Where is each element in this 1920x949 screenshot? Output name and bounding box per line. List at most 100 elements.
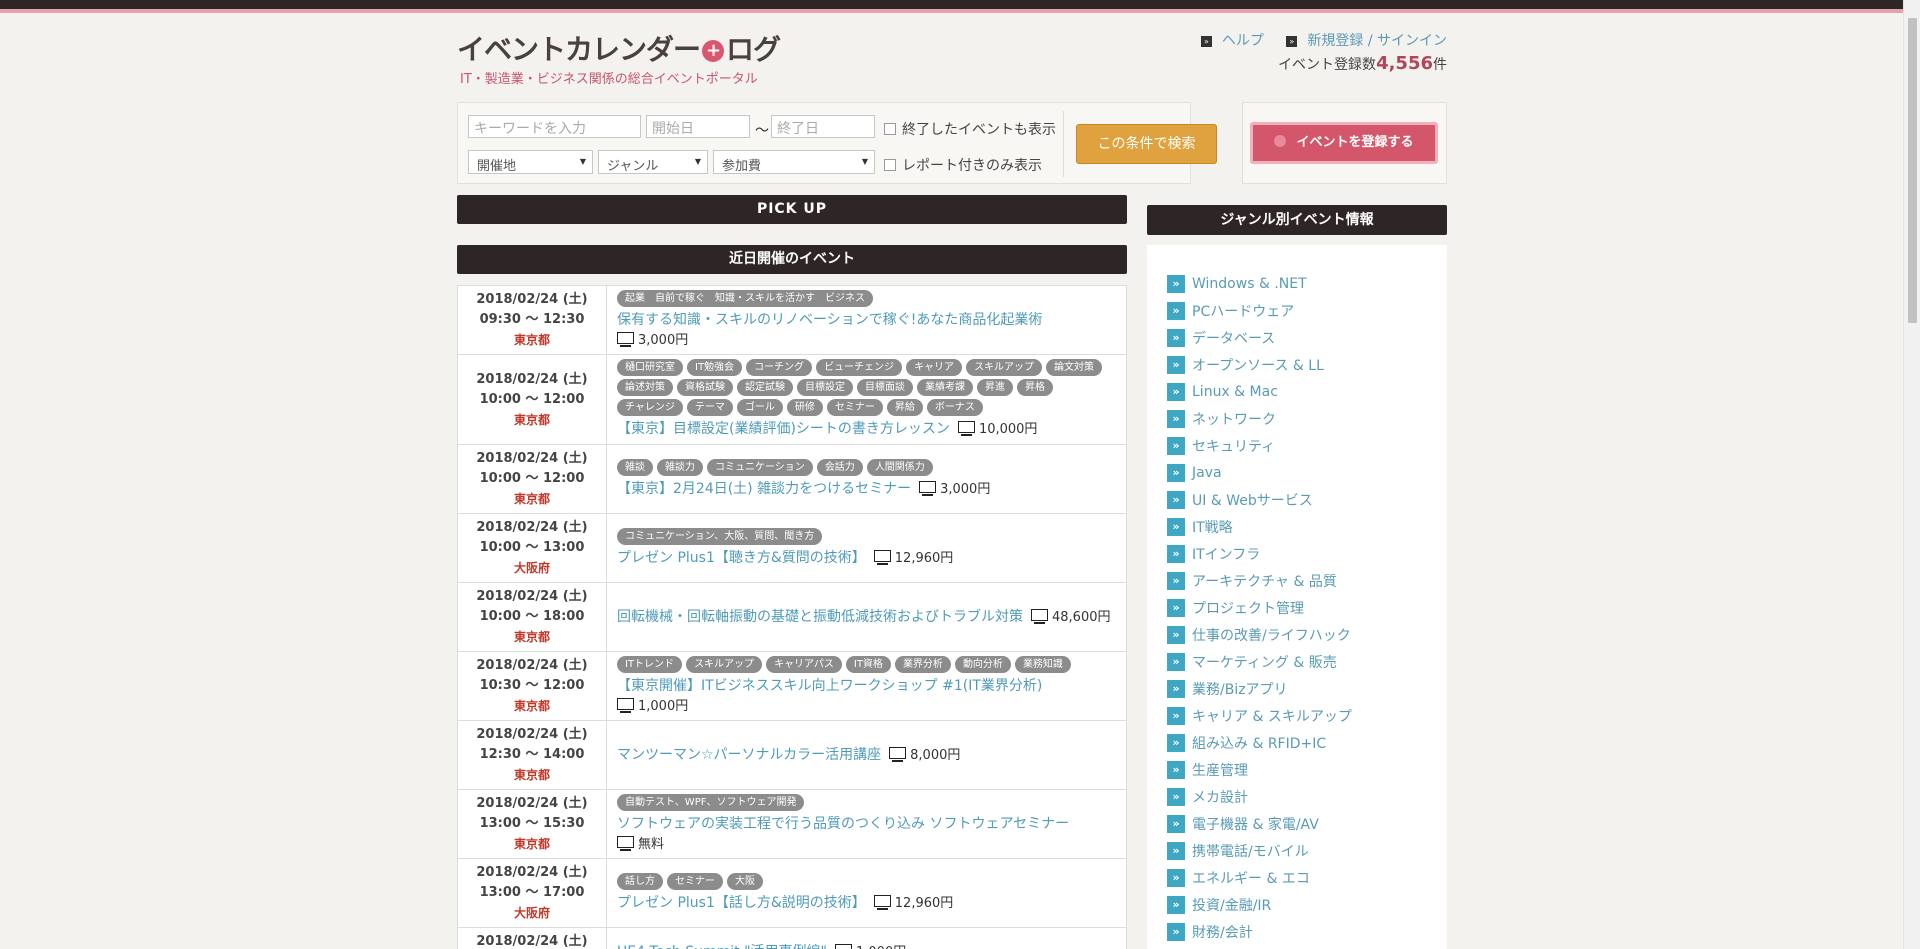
event-tag[interactable]: チャレンジ: [617, 399, 683, 416]
register-event-button[interactable]: イベントを登録する: [1250, 122, 1438, 164]
event-tag[interactable]: 昇給: [886, 399, 923, 416]
genre-link[interactable]: » Java: [1147, 459, 1447, 486]
genre-select[interactable]: ジャンル: [598, 150, 708, 174]
site-logo[interactable]: イベントカレンダー + ログ: [457, 28, 781, 68]
event-tag[interactable]: ボーナス: [926, 399, 983, 416]
event-tag[interactable]: スキルアップ: [686, 656, 763, 673]
event-price: 12,960円: [894, 550, 954, 566]
genre-link[interactable]: » 携帯電話/モバイル: [1147, 837, 1447, 864]
genre-link[interactable]: » オープンソース & LL: [1147, 351, 1447, 378]
genre-link[interactable]: » アーキテクチャ & 品質: [1147, 567, 1447, 594]
event-title[interactable]: 保有する知識・スキルのリノベーションで稼ぐ!あなた商品化起業術: [617, 312, 1042, 328]
event-tag[interactable]: IT資格: [845, 656, 891, 673]
event-tag[interactable]: 業界分析: [894, 656, 951, 673]
event-tag[interactable]: 認定試験: [737, 379, 793, 396]
event-tag[interactable]: スキルアップ: [966, 359, 1043, 376]
genre-link[interactable]: » プロジェクト管理: [1147, 594, 1447, 621]
event-tag[interactable]: セミナー: [826, 399, 883, 416]
event-price: 8,000円: [910, 748, 961, 763]
start-date-input[interactable]: 開始日: [646, 115, 750, 138]
checkbox-icon[interactable]: [884, 123, 896, 135]
register-link[interactable]: 新規登録: [1307, 33, 1363, 49]
location-select[interactable]: 開催地: [468, 150, 593, 174]
event-tag[interactable]: 論文対策: [1046, 359, 1103, 376]
genre-link[interactable]: » IT戦略: [1147, 513, 1447, 540]
event-tag[interactable]: 目標設定: [797, 379, 853, 396]
event-tag[interactable]: 樋口研究室: [617, 359, 683, 376]
yen-icon: [873, 894, 891, 910]
event-tag[interactable]: 研修: [786, 399, 823, 416]
event-date: 2018/02/24 (土) 13:00 ～ 17:00 大阪府: [458, 859, 607, 927]
event-tag[interactable]: キャリアパス: [766, 656, 842, 673]
report-only-checkbox[interactable]: レポート付きのみ表示: [884, 155, 1042, 175]
genre-link[interactable]: » 財務/会計: [1147, 918, 1447, 945]
event-tag[interactable]: 昇格: [1017, 379, 1053, 396]
scrollbar-thumb[interactable]: [1908, 18, 1917, 323]
event-tag[interactable]: 雑談力: [657, 458, 703, 476]
event-title[interactable]: プレゼン Plus1【聴き方&質問の技術】: [617, 550, 866, 566]
keyword-input[interactable]: キーワードを入力: [468, 115, 641, 138]
event-tag[interactable]: IT勉強会: [687, 359, 743, 376]
event-title[interactable]: マンツーマン☆パーソナルカラー活用講座: [617, 747, 881, 763]
event-tag[interactable]: 業績考課: [917, 379, 973, 396]
event-tag[interactable]: ビューチェンジ: [816, 359, 903, 376]
end-date-input[interactable]: 終了日: [771, 115, 875, 138]
genre-link[interactable]: » ネットワーク: [1147, 405, 1447, 432]
genre-link[interactable]: » 組み込み & RFID+IC: [1147, 729, 1447, 756]
event-tag[interactable]: ITトレンド: [617, 656, 683, 673]
event-tag[interactable]: セミナー: [667, 872, 723, 890]
genre-link[interactable]: » ITインフラ: [1147, 540, 1447, 567]
scrollbar[interactable]: [1903, 0, 1920, 949]
event-tag[interactable]: テーマ: [686, 399, 733, 416]
genre-link[interactable]: » セキュリティ: [1147, 432, 1447, 459]
event-tag[interactable]: 自動テスト、WPF、ソフトウェア開発: [617, 794, 805, 811]
checkbox-icon[interactable]: [884, 159, 896, 171]
event-title[interactable]: 回転機械・回転軸振動の基礎と振動低減技術およびトラブル対策: [617, 609, 1023, 625]
event-tag[interactable]: コーチング: [746, 359, 813, 376]
show-finished-checkbox[interactable]: 終了したイベントも表示: [884, 119, 1056, 139]
event-info: 樋口研究室 IT勉強会 コーチング ビューチェンジ キャリア スキルアップ 論文対策論述対策…: [607, 355, 1126, 444]
event-tag[interactable]: 話し方: [617, 872, 663, 890]
event-tag[interactable]: 目標面談: [857, 379, 913, 396]
event-tag[interactable]: 起業 自前で稼ぐ 知識・スキルを活かす ビジネス: [617, 290, 873, 307]
genre-link[interactable]: » エネルギー & エコ: [1147, 864, 1447, 891]
event-tag[interactable]: キャリア: [906, 359, 963, 376]
event-tag[interactable]: 論述対策: [617, 379, 673, 396]
genre-link[interactable]: » 投資/金融/IR: [1147, 891, 1447, 918]
genre-link[interactable]: » メカ設計: [1147, 783, 1447, 810]
genre-link[interactable]: » PCハードウェア: [1147, 297, 1447, 324]
genre-link[interactable]: » 電子機器 & 家電/AV: [1147, 810, 1447, 837]
event-tag[interactable]: 会話力: [816, 458, 863, 476]
event-tag[interactable]: 人間関係力: [866, 458, 933, 476]
genre-link[interactable]: » UI & Webサービス: [1147, 486, 1447, 513]
event-tag[interactable]: 資格試験: [677, 379, 733, 396]
signin-link[interactable]: サインイン: [1377, 33, 1447, 49]
genre-link[interactable]: » マーケティング & 販売: [1147, 648, 1447, 675]
genre-link[interactable]: » 生産管理: [1147, 756, 1447, 783]
event-title[interactable]: ソフトウェアの実装工程で行う品質のつくり込み ソフトウェアセミナー: [617, 816, 1069, 832]
help-link[interactable]: ヘルプ: [1222, 33, 1264, 49]
event-title[interactable]: 【東京開催】ITビジネススキル向上ワークショップ #1(IT業界分析): [617, 678, 1042, 694]
search-button[interactable]: この条件で検索: [1076, 124, 1217, 164]
event-tag[interactable]: コミュニケーション: [707, 458, 813, 476]
dot-icon: [1274, 135, 1287, 147]
event-tag[interactable]: ゴール: [736, 399, 783, 416]
genre-link[interactable]: » Windows & .NET: [1147, 270, 1447, 297]
event-tag[interactable]: コミュニケーション、大阪、質問、聞き方: [617, 527, 823, 545]
event-title[interactable]: 【東京】2月24日(土) 雑談力をつけるセミナー: [617, 481, 911, 497]
fee-select[interactable]: 参加費: [713, 150, 875, 174]
genre-link[interactable]: » 仕事の改善/ライフハック: [1147, 621, 1447, 648]
genre-link[interactable]: » Linux & Mac: [1147, 378, 1447, 405]
event-tag[interactable]: 昇進: [977, 379, 1013, 396]
event-tag[interactable]: 業務知識: [1014, 656, 1071, 673]
event-tag[interactable]: 動向分析: [954, 656, 1011, 673]
genre-link[interactable]: » データベース: [1147, 324, 1447, 351]
genre-link[interactable]: » キャリア & スキルアップ: [1147, 702, 1447, 729]
event-tag[interactable]: 雑談: [617, 458, 653, 476]
event-title[interactable]: プレゼン Plus1【話し方&説明の技術】: [617, 895, 866, 911]
event-tag[interactable]: 大阪: [727, 872, 763, 890]
event-title[interactable]: 【東京】目標設定(業績評価)シートの書き方レッスン: [617, 421, 950, 437]
event-day: 2018/02/24 (土): [476, 371, 588, 387]
event-title[interactable]: UE4 Tech Summit "活用事例編": [617, 944, 827, 949]
genre-link[interactable]: » 業務/Bizアプリ: [1147, 675, 1447, 702]
